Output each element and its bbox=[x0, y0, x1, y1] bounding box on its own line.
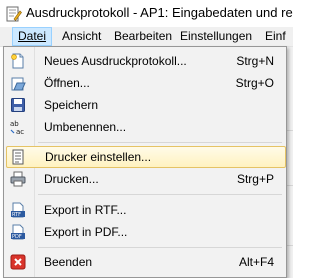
rtf-export-icon: RTF bbox=[11, 202, 25, 218]
new-document-icon bbox=[11, 53, 24, 69]
menu-item-label: Drucker einstellen... bbox=[45, 150, 152, 164]
menu-bar: Datei Ansicht Bearbeiten Einstellungen E… bbox=[0, 27, 293, 47]
menu-item-label: Speichern bbox=[44, 98, 99, 112]
svg-text:ac: ac bbox=[16, 128, 24, 135]
save-disk-icon bbox=[11, 98, 25, 112]
menu-item-printer-setup[interactable]: Drucker einstellen... bbox=[6, 146, 286, 168]
menu-separator bbox=[38, 247, 282, 248]
menu-item-rename[interactable]: ab ac Umbenennen... bbox=[6, 116, 284, 138]
menu-bearbeiten[interactable]: Bearbeiten bbox=[109, 27, 177, 46]
exit-icon bbox=[10, 254, 26, 270]
file-menu-dropdown: Neues Ausdruckprotokoll... Strg+N Öffnen… bbox=[3, 46, 287, 278]
window-title: Ausdruckprotokoll - AP1: Eingabedaten un… bbox=[26, 5, 293, 20]
menu-einfuegen[interactable]: Einf bbox=[260, 27, 291, 46]
menu-item-new[interactable]: Neues Ausdruckprotokoll... Strg+N bbox=[6, 50, 284, 72]
menu-item-label: Öffnen... bbox=[44, 76, 90, 90]
menu-item-label: Beenden bbox=[44, 255, 93, 269]
menu-item-open[interactable]: Öffnen... Strg+O bbox=[6, 72, 284, 94]
open-folder-icon bbox=[11, 77, 26, 91]
menu-item-exit[interactable]: Beenden Alt+F4 bbox=[6, 251, 284, 273]
menu-item-export-pdf[interactable]: PDF Export in PDF... bbox=[6, 221, 284, 243]
printer-icon bbox=[10, 171, 26, 187]
printer-setup-icon bbox=[12, 149, 24, 165]
menu-item-save[interactable]: Speichern bbox=[6, 94, 284, 116]
menu-item-label: Umbenennen... bbox=[44, 120, 127, 134]
svg-text:RTF: RTF bbox=[12, 212, 21, 218]
rename-ab-ac-icon: ab ac bbox=[10, 120, 24, 135]
menu-separator bbox=[38, 142, 282, 143]
menu-item-label: Export in PDF... bbox=[44, 225, 128, 239]
menu-item-shortcut: Alt+F4 bbox=[238, 255, 274, 269]
menu-einstellungen[interactable]: Einstellungen bbox=[175, 27, 257, 46]
menu-ansicht[interactable]: Ansicht bbox=[57, 27, 106, 46]
menu-item-label: Export in RTF... bbox=[44, 203, 127, 217]
menu-item-print[interactable]: Drucken... Strg+P bbox=[6, 168, 284, 190]
menu-separator bbox=[38, 194, 282, 195]
menu-item-shortcut: Strg+P bbox=[236, 172, 274, 186]
pdf-export-icon: PDF bbox=[11, 224, 25, 240]
menu-datei[interactable]: Datei bbox=[12, 27, 53, 46]
menu-item-shortcut: Strg+O bbox=[235, 76, 274, 90]
svg-text:ab: ab bbox=[10, 120, 19, 128]
menu-item-label: Drucken... bbox=[44, 172, 99, 186]
title-bar: Ausdruckprotokoll - AP1: Eingabedaten un… bbox=[0, 0, 293, 27]
menu-item-label: Neues Ausdruckprotokoll... bbox=[44, 54, 187, 68]
app-edit-icon bbox=[6, 6, 22, 22]
menu-item-shortcut: Strg+N bbox=[236, 54, 274, 68]
svg-text:PDF: PDF bbox=[12, 234, 22, 240]
menu-item-export-rtf[interactable]: RTF Export in RTF... bbox=[6, 199, 284, 221]
